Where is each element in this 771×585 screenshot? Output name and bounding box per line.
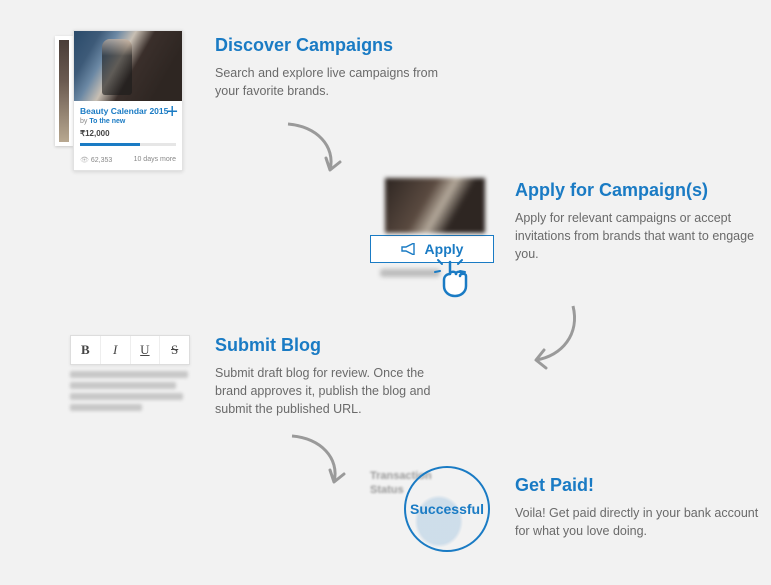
bold-button[interactable]: B [71,336,101,364]
editor-blurtext [70,371,190,411]
step1-desc: Search and explore live campaigns from y… [215,64,455,100]
campaign-name: Beauty Calendar 2015 [80,106,176,116]
campaign-by: by To the new [80,118,176,125]
step4-desc: Voila! Get paid directly in your bank ac… [515,504,760,540]
view-count: 62,353 [80,156,112,164]
campaign-image [74,31,182,101]
success-text: Successful [410,501,484,517]
megaphone-icon [401,243,417,255]
step1-title: Discover Campaigns [215,35,455,56]
cursor-icon [430,256,472,298]
step2-title: Apply for Campaign(s) [515,180,760,201]
campaign-card: + Beauty Calendar 2015 by To the new ₹12… [73,30,183,171]
arrow-2 [518,300,588,380]
arrow-1 [276,118,356,188]
progress-bar [80,143,176,146]
step3-title: Submit Blog [215,335,445,356]
campaign-price: ₹12,000 [80,129,176,138]
italic-button[interactable]: I [101,336,131,364]
arrow-3 [280,430,360,500]
paid-illustration: Transaction Status Successful [370,470,490,570]
underline-button[interactable]: U [131,336,161,364]
paid-h2: Status [370,484,404,496]
editor-illustration: B I U S [70,335,190,415]
card-bg [55,36,73,146]
step2-desc: Apply for relevant campaigns or accept i… [515,209,760,263]
plus-icon: + [166,105,178,119]
apply-image [385,178,485,233]
step3-desc: Submit draft blog for review. Once the b… [215,364,445,418]
apply-illustration: Apply [370,178,500,277]
days-left: 10 days more [134,156,176,164]
step4-title: Get Paid! [515,475,760,496]
apply-label: Apply [425,241,464,257]
success-badge: Successful [404,466,490,552]
editor-toolbar: B I U S [70,335,190,365]
strike-button[interactable]: S [160,336,189,364]
